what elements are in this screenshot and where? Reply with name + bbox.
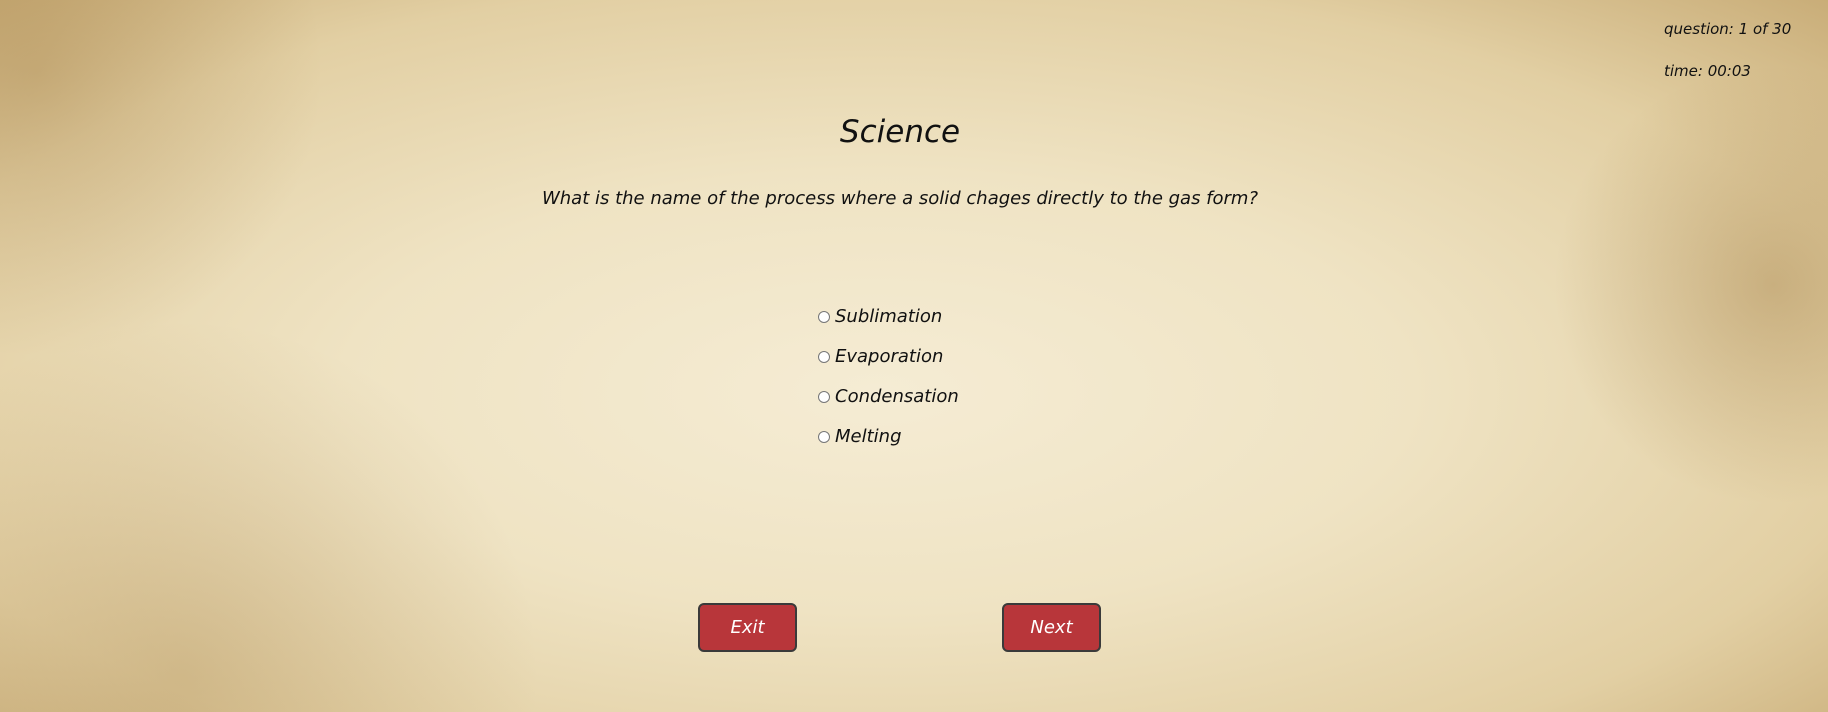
- category-title: Science: [839, 114, 961, 150]
- exit-button[interactable]: Exit: [698, 603, 797, 652]
- question-counter: question: 1 of 30: [1664, 20, 1792, 38]
- option-radio[interactable]: [818, 430, 830, 443]
- option-radio[interactable]: [818, 390, 830, 403]
- timer: time: 00:03: [1664, 62, 1751, 80]
- next-button[interactable]: Next: [1002, 603, 1101, 652]
- option-melting[interactable]: Melting: [818, 426, 902, 447]
- option-condensation[interactable]: Condensation: [818, 386, 959, 407]
- option-label: Condensation: [835, 386, 959, 407]
- option-label: Sublimation: [835, 306, 943, 327]
- option-sublimation[interactable]: Sublimation: [818, 306, 942, 327]
- option-evaporation[interactable]: Evaporation: [818, 346, 943, 367]
- option-radio[interactable]: [818, 350, 830, 363]
- question-text: What is the name of the process where a …: [541, 188, 1259, 209]
- option-label: Evaporation: [835, 346, 944, 367]
- option-radio[interactable]: [818, 310, 830, 323]
- option-label: Melting: [835, 426, 902, 447]
